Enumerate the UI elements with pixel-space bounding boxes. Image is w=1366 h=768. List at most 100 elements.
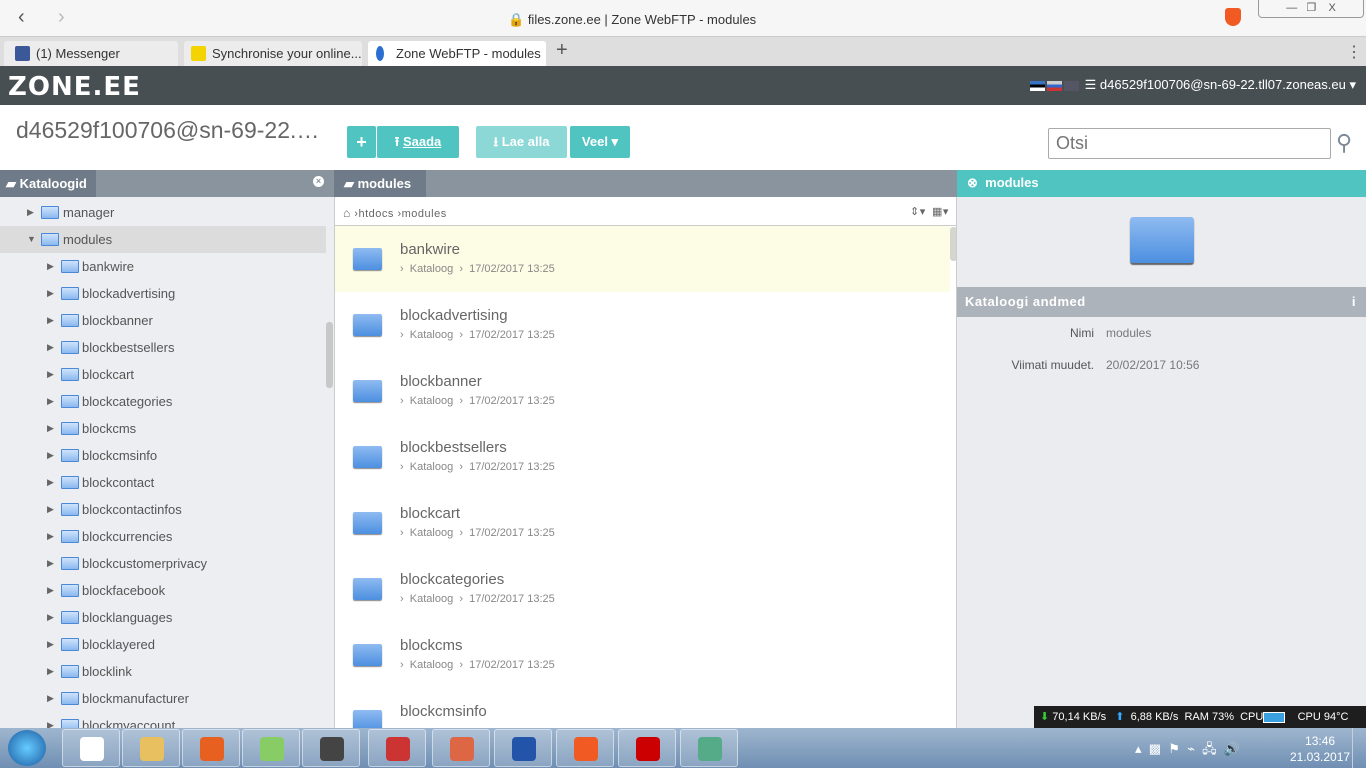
taskbar-app-button[interactable]	[242, 729, 300, 767]
show-desktop-button[interactable]	[1352, 728, 1366, 768]
flag-en-icon[interactable]	[1064, 80, 1079, 91]
taskbar-app-button[interactable]	[368, 729, 426, 767]
more-button[interactable]: Veel ▾	[570, 126, 630, 158]
caret-right-icon[interactable]: ▶	[47, 523, 54, 550]
taskbar-app-button[interactable]	[182, 729, 240, 767]
list-scrollbar[interactable]	[950, 227, 956, 261]
tree-item-label: blockcms	[82, 421, 137, 436]
tab-bigbuy[interactable]: Synchronise your online...	[184, 41, 362, 66]
caret-right-icon[interactable]: ▶	[47, 442, 54, 469]
tree-item[interactable]: ▶ blockcontactinfos	[0, 496, 326, 523]
browser-menu-button[interactable]: ⋮	[1346, 42, 1362, 62]
caret-right-icon[interactable]: ▶	[47, 334, 54, 361]
taskbar-app-button[interactable]	[122, 729, 180, 767]
taskbar-app-button[interactable]	[618, 729, 676, 767]
tree-item[interactable]: ▶ manager	[0, 199, 326, 226]
download-button[interactable]: ⭳ Lae alla	[476, 126, 567, 158]
flag-et-icon[interactable]	[1030, 80, 1045, 91]
file-row[interactable]: blockbestsellers › Kataloog › 17/02/2017 …	[335, 424, 950, 490]
tree-item[interactable]: ▶ blockadvertising	[0, 280, 326, 307]
info-icon[interactable]: i	[1352, 287, 1356, 317]
caret-right-icon[interactable]: ▶	[47, 658, 54, 685]
caret-right-icon[interactable]: ▶	[47, 604, 54, 631]
add-button[interactable]: +	[347, 126, 376, 158]
brave-shield-icon[interactable]	[1225, 8, 1241, 26]
tree-item[interactable]: ▶ blocklanguages	[0, 604, 326, 631]
tree-item[interactable]: ▶ blockbestsellers	[0, 334, 326, 361]
search-icon[interactable]: ⚲	[1336, 130, 1352, 156]
tree-tab[interactable]: ▰ Kataloogid	[0, 170, 96, 197]
home-icon[interactable]: ⌂	[343, 206, 351, 220]
tree-item[interactable]: ▶ bankwire	[0, 253, 326, 280]
caret-right-icon[interactable]: ▶	[47, 469, 54, 496]
file-row[interactable]: blockbanner › Kataloog › 17/02/2017 13:25	[335, 358, 950, 424]
tree-item[interactable]: ▶ blockfacebook	[0, 577, 326, 604]
upload-icon: ⭱	[394, 134, 400, 149]
flag-ru-icon[interactable]	[1047, 80, 1062, 91]
caret-right-icon[interactable]: ▶	[47, 550, 54, 577]
forward-button[interactable]: ›	[58, 6, 65, 29]
upload-button[interactable]: ⭱ Saada	[377, 126, 459, 158]
caret-right-icon[interactable]: ▶	[47, 361, 54, 388]
file-row[interactable]: bankwire › Kataloog › 17/02/2017 13:25	[335, 226, 950, 292]
zone-logo[interactable]: ZONE.EE	[8, 72, 141, 102]
list-tab[interactable]: ▰ modules	[334, 170, 426, 197]
taskbar-app-button[interactable]	[432, 729, 490, 767]
caret-right-icon[interactable]: ▶	[47, 307, 54, 334]
taskbar-app-button[interactable]	[680, 729, 738, 767]
taskbar-app-button[interactable]	[62, 729, 120, 767]
caret-down-icon[interactable]: ▼	[27, 226, 36, 253]
tree-item[interactable]: ▶ blockmyaccount	[0, 712, 326, 728]
tray-icons[interactable]: ▴ ▩ ⚑ ⌁ 🖧 🔊	[1135, 740, 1240, 762]
new-tab-button[interactable]: +	[556, 39, 568, 62]
caret-right-icon[interactable]: ▶	[47, 631, 54, 658]
tab-webftp[interactable]: Zone WebFTP - modules	[368, 41, 546, 66]
breadcrumb-modules[interactable]: modules	[402, 208, 447, 220]
file-row[interactable]: blockcms › Kataloog › 17/02/2017 13:25	[335, 622, 950, 688]
tree-item[interactable]: ▶ blockcategories	[0, 388, 326, 415]
caret-right-icon[interactable]: ▶	[27, 199, 34, 226]
tree-item[interactable]: ▶ blocklayered	[0, 631, 326, 658]
caret-right-icon[interactable]: ▶	[47, 496, 54, 523]
file-row[interactable]: blockcart › Kataloog › 17/02/2017 13:25	[335, 490, 950, 556]
close-icon[interactable]: ⊗	[967, 175, 978, 190]
start-button[interactable]	[8, 730, 46, 766]
view-mode-icon[interactable]: ▦▾	[932, 205, 949, 218]
tree-item[interactable]: ▶ blockcustomerprivacy	[0, 550, 326, 577]
address-bar[interactable]: 🔒 files.zone.ee | Zone WebFTP - modules	[508, 12, 756, 28]
caret-right-icon[interactable]: ▶	[47, 253, 54, 280]
caret-right-icon[interactable]: ▶	[47, 577, 54, 604]
caret-right-icon[interactable]: ▶	[47, 712, 54, 728]
taskbar-app-button[interactable]	[494, 729, 552, 767]
clock[interactable]: 13:46 21.03.2017	[1290, 733, 1350, 765]
tree-item[interactable]: ▶ blockcontact	[0, 469, 326, 496]
tree-item[interactable]: ▶ blockcms	[0, 415, 326, 442]
tree-item[interactable]: ▶ blockcart	[0, 361, 326, 388]
back-button[interactable]: ‹	[18, 6, 25, 29]
account-menu[interactable]: ☰ d46529f100706@sn-69-22.tll07.zoneas.eu…	[1030, 77, 1356, 93]
tree-scrollbar[interactable]	[326, 322, 333, 388]
breadcrumb-htdocs[interactable]: htdocs	[358, 208, 393, 220]
taskbar-app-button[interactable]	[302, 729, 360, 767]
taskbar-app-button[interactable]	[556, 729, 614, 767]
caret-right-icon[interactable]: ▶	[47, 280, 54, 307]
tree-item[interactable]: ▶ blockcurrencies	[0, 523, 326, 550]
tree-item-label: blockbestsellers	[82, 340, 175, 355]
caret-right-icon[interactable]: ▶	[47, 388, 54, 415]
tree-item[interactable]: ▶ blockmanufacturer	[0, 685, 326, 712]
tab-messenger[interactable]: (1) Messenger	[4, 41, 178, 66]
tree-item[interactable]: ▶ blocklink	[0, 658, 326, 685]
file-row[interactable]: blockadvertising › Kataloog › 17/02/2017 …	[335, 292, 950, 358]
caret-right-icon[interactable]: ▶	[47, 415, 54, 442]
tree-item-label: blockcategories	[82, 394, 173, 409]
window-controls[interactable]: — ❐ X	[1258, 0, 1364, 18]
close-icon[interactable]: ×	[313, 176, 324, 187]
file-row[interactable]: blockcategories › Kataloog › 17/02/2017 1…	[335, 556, 950, 622]
caret-right-icon[interactable]: ▶	[47, 685, 54, 712]
tree-item[interactable]: ▶ blockcmsinfo	[0, 442, 326, 469]
tree-item[interactable]: ▼ modules	[0, 226, 326, 253]
sort-icon[interactable]: ⇕▾	[910, 205, 926, 218]
file-row[interactable]: blockcmsinfo	[335, 688, 950, 728]
tree-item[interactable]: ▶ blockbanner	[0, 307, 326, 334]
search-input[interactable]	[1048, 128, 1331, 159]
